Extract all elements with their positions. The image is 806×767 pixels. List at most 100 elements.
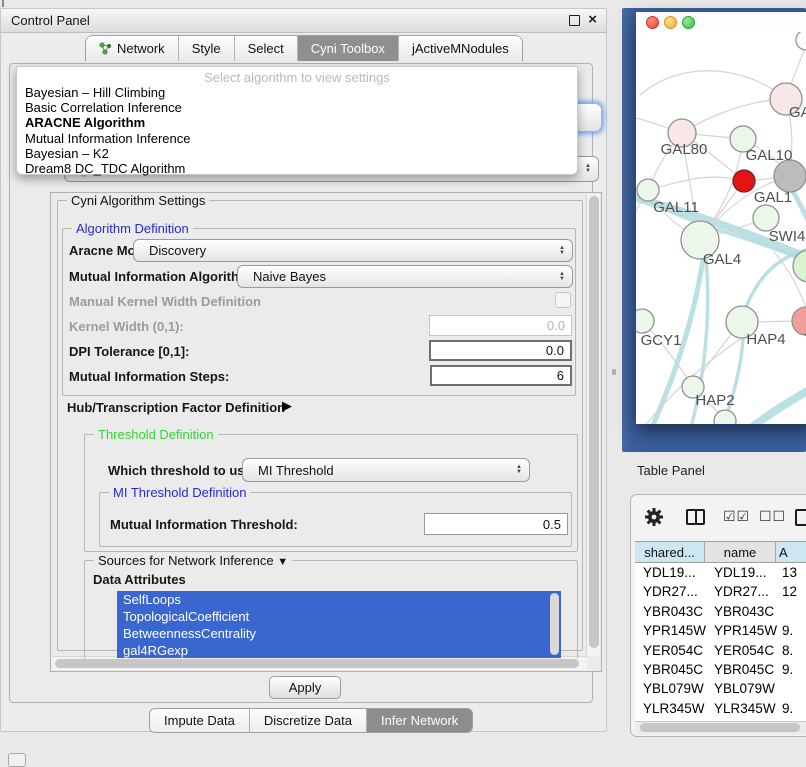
sources-title: Sources for Network Inference ▼ <box>94 553 292 568</box>
network-node-label: SWI4 <box>769 228 806 245</box>
network-window-titlebar <box>636 12 806 32</box>
table-cell: YBL079W <box>706 679 778 698</box>
tab-cyni-toolbox[interactable]: Cyni Toolbox <box>297 36 398 61</box>
float-window-icon[interactable] <box>569 15 580 26</box>
network-node[interactable] <box>796 32 806 50</box>
control-panel-tabstrip: Network Style Select Cyni Toolbox jActiv… <box>85 35 523 61</box>
attribute-list-item[interactable]: TopologicalCoefficient <box>117 608 561 625</box>
table-row[interactable]: YDR27...YDR27...12 <box>635 582 806 601</box>
panel-splitter-handle[interactable] <box>612 369 616 375</box>
table-cell: YLR345W <box>706 699 778 718</box>
kernel-width-field[interactable]: 0.0 <box>429 315 572 336</box>
mi-steps-field[interactable]: 6 <box>430 365 572 386</box>
table-cell: YDR27... <box>706 582 778 601</box>
which-threshold-combo[interactable]: MI Threshold ▲▼ <box>242 458 530 482</box>
table-cell: YER054C <box>635 641 706 660</box>
aracne-mode-combo[interactable]: Discovery ▲▼ <box>133 239 573 262</box>
minimized-panel-icon[interactable] <box>8 753 26 767</box>
algorithm-option[interactable]: Basic Correlation Inference <box>17 100 577 115</box>
close-traffic-light-icon[interactable] <box>646 16 659 29</box>
network-node-gal11[interactable] <box>637 179 659 201</box>
algorithm-option[interactable]: Mutual Information Inference <box>17 131 577 146</box>
combo-stepper-icon: ▲▼ <box>559 246 565 256</box>
dpi-tolerance-label: DPI Tolerance [0,1]: <box>69 344 189 359</box>
algorithm-option[interactable]: Dream8 DC_TDC Algorithm <box>17 161 577 176</box>
threshold-definition-title: Threshold Definition <box>94 427 218 442</box>
zoom-traffic-light-icon[interactable] <box>682 16 695 29</box>
table-toolbar: ☑☑ ☐☐ <box>631 495 806 539</box>
algorithm-dropdown-popup: Select algorithm to view settings Bayesi… <box>16 66 578 175</box>
tab-jactivemnodules[interactable]: jActiveMNodules <box>398 36 522 61</box>
tab-impute-data[interactable]: Impute Data <box>150 709 249 732</box>
manual-kernel-checkbox[interactable] <box>555 292 571 308</box>
mi-threshold-field[interactable]: 0.5 <box>424 513 568 535</box>
table-cell: YBR045C <box>706 660 778 679</box>
network-node-label: GAL <box>789 104 806 121</box>
table-row[interactable]: YBR045CYBR045C9. <box>635 660 806 679</box>
algorithm-option[interactable]: Bayesian – Hill Climbing <box>17 85 577 100</box>
network-edge[interactable] <box>741 385 806 424</box>
algorithm-dropdown-placeholder: Select algorithm to view settings <box>17 67 577 85</box>
algorithm-option[interactable]: Bayesian – K2 <box>17 146 577 161</box>
table-row[interactable]: YPR145WYPR145W9. <box>635 621 806 640</box>
show-columns-icon[interactable] <box>686 509 705 525</box>
vertical-scrollbar-thumb[interactable] <box>589 196 599 648</box>
network-node[interactable] <box>733 170 755 192</box>
mi-steps-label: Mutual Information Steps: <box>69 369 229 384</box>
table-cell: YLR345W <box>635 699 706 718</box>
list-scrollbar-thumb[interactable] <box>550 593 559 655</box>
column-header-name[interactable]: name <box>705 541 776 563</box>
table-row[interactable]: YLR345WYLR345W9. <box>635 699 806 718</box>
tab-infer-network[interactable]: Infer Network <box>366 709 472 732</box>
algorithm-dropdown-items: Bayesian – Hill ClimbingBasic Correlatio… <box>17 85 577 176</box>
attribute-list-item[interactable]: BetweennessCentrality <box>117 625 561 642</box>
table-cell: 9. <box>778 699 806 718</box>
data-attributes-label: Data Attributes <box>93 572 186 587</box>
network-edge[interactable] <box>640 71 786 99</box>
network-node-label: HAP4 <box>746 331 785 348</box>
table-row[interactable]: YBL079WYBL079W <box>635 679 806 698</box>
gear-icon[interactable] <box>644 507 664 527</box>
table-cell: YPR145W <box>635 621 706 640</box>
tab-select[interactable]: Select <box>234 36 297 61</box>
table-horizontal-scrollbar-thumb[interactable] <box>640 723 800 732</box>
data-attributes-list[interactable]: SelfLoopsTopologicalCoefficientBetweenne… <box>117 591 561 658</box>
network-node-gcy1[interactable] <box>636 309 654 333</box>
tab-style[interactable]: Style <box>178 36 234 61</box>
table-cell: YDL19... <box>706 563 778 582</box>
close-icon[interactable]: × <box>588 11 597 28</box>
expand-right-icon[interactable]: ▶ <box>282 398 292 414</box>
table-cell: YBR045C <box>635 660 706 679</box>
table-row[interactable]: YER054CYER054C8. <box>635 641 806 660</box>
which-threshold-label: Which threshold to use: <box>108 463 256 478</box>
algorithm-combo-fragment[interactable] <box>576 103 602 132</box>
collapse-down-icon[interactable]: ▼ <box>277 556 288 568</box>
deselect-all-checkboxes-icon[interactable]: ☐☐ <box>759 508 786 525</box>
network-node[interactable] <box>774 160 806 192</box>
table-row[interactable]: YBR043CYBR043C <box>635 602 806 621</box>
mi-algorithm-type-combo[interactable]: Naive Bayes ▲▼ <box>237 265 573 288</box>
attribute-list-item[interactable]: gal4RGexp <box>117 642 561 658</box>
function-builder-icon[interactable] <box>795 509 806 526</box>
tab-network-label: Network <box>117 41 165 56</box>
tab-discretize-data[interactable]: Discretize Data <box>249 709 366 732</box>
horizontal-scrollbar-thumb[interactable] <box>55 659 579 668</box>
network-node-label: GAL11 <box>653 199 699 216</box>
sources-group: Sources for Network Inference ▼ Data Att… <box>84 560 578 659</box>
network-canvas[interactable]: GALGAL80GAL10GAL11GAL1GAL4SWI4GCY1HAP4YH… <box>636 32 806 424</box>
table-row[interactable]: YDL19...YDL19...13 <box>635 563 806 582</box>
network-node-label: GAL80 <box>661 141 708 158</box>
algorithm-option[interactable]: ARACNE Algorithm <box>17 115 577 130</box>
attribute-list-item[interactable]: SelfLoops <box>117 591 561 608</box>
threshold-definition-group: Threshold Definition Which threshold to … <box>84 434 578 552</box>
network-node-label: HAP2 <box>695 392 734 409</box>
dpi-tolerance-field[interactable]: 0.0 <box>429 340 572 361</box>
select-all-checkboxes-icon[interactable]: ☑☑ <box>723 508 750 525</box>
minimize-traffic-light-icon[interactable] <box>664 16 677 29</box>
panel-title: Control Panel <box>11 13 90 28</box>
apply-button[interactable]: Apply <box>269 676 341 699</box>
column-header-shared-name[interactable]: shared... <box>635 541 705 563</box>
column-header-partial[interactable]: A <box>776 541 806 563</box>
cyni-algorithm-settings-group: Cyni Algorithm Settings Algorithm Defini… <box>57 200 583 651</box>
tab-network[interactable]: Network <box>86 36 178 61</box>
